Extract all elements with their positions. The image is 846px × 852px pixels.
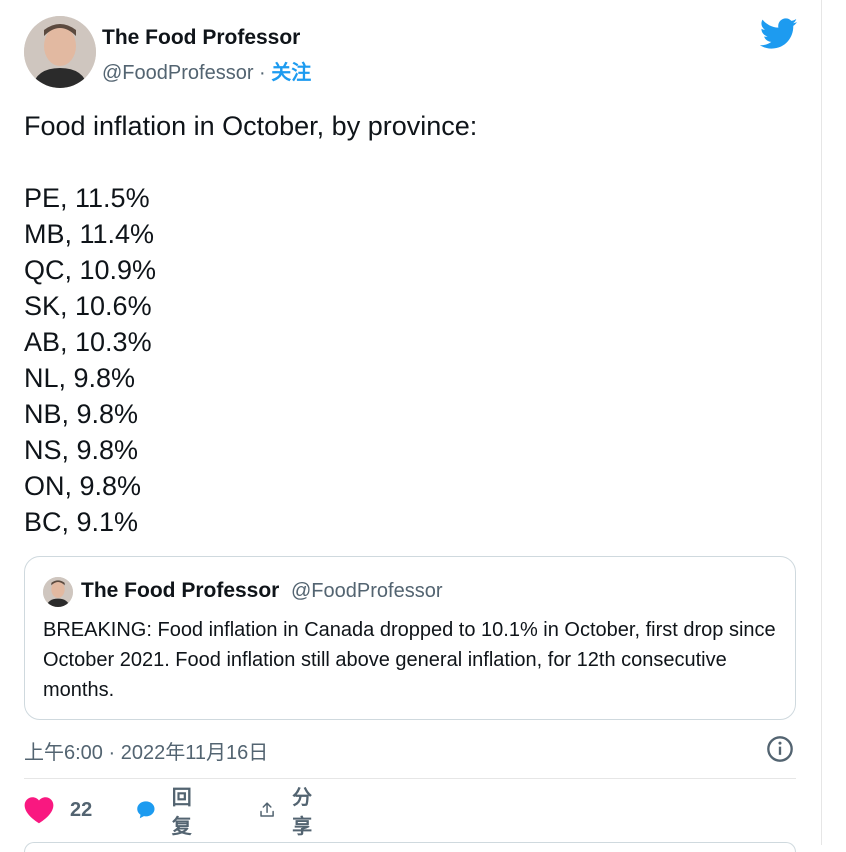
author-avatar[interactable] [24,16,96,88]
quoted-tweet-text: BREAKING: Food inflation in Canada dropp… [43,619,776,701]
province-line: QC, 10.9% [24,255,157,285]
province-line: MB, 11.4% [24,219,155,249]
author-name[interactable]: The Food Professor [102,26,300,50]
province-line: AB, 10.3% [24,327,152,357]
reply-label: 回复 [171,787,192,838]
reply-box-edge [24,842,796,852]
province-line: NL, 9.8% [24,363,136,393]
quoted-author-handle: @FoodProfessor [291,580,443,602]
tweet-card: The Food Professor @FoodProfessor · 关注 F… [0,0,822,852]
follow-button[interactable]: 关注 [271,62,311,84]
author-avatar-image [24,16,96,88]
heart-icon [24,797,54,824]
quoted-author-name: The Food Professor [81,579,280,602]
like-count: 22 [70,798,93,821]
author-handle-line: @FoodProfessor · 关注 [102,56,311,85]
speech-bubble-icon [137,801,155,819]
actions-divider [24,778,796,779]
province-line: NS, 9.8% [24,435,139,465]
handle-separator: · [259,62,266,84]
reply-button[interactable]: 回复 [136,787,200,838]
info-icon[interactable] [766,735,794,763]
share-upload-icon [260,802,274,817]
quoted-tweet[interactable]: The Food Professor @FoodProfessor BREAKI… [24,556,796,720]
quoted-avatar-image [43,577,73,607]
tweet-timestamp[interactable]: 上午6:00 · 2022年11月16日 [24,736,268,765]
like-button[interactable]: 22 [24,790,92,830]
province-line: NB, 9.8% [24,399,139,429]
tweet-text-intro: Food inflation in October, by province: [24,111,478,141]
share-label: 分享 [292,787,313,838]
province-line: SK, 10.6% [24,291,152,321]
tweet-text: Food inflation in October, by province: … [24,108,477,540]
province-line: BC, 9.1% [24,507,139,537]
quoted-author-avatar [43,577,73,607]
province-line: PE, 11.5% [24,183,150,213]
province-line: ON, 9.8% [24,471,142,501]
twitter-bird-icon[interactable] [760,18,798,50]
share-button[interactable]: 分享 [258,787,320,838]
author-handle[interactable]: @FoodProfessor [102,62,253,84]
